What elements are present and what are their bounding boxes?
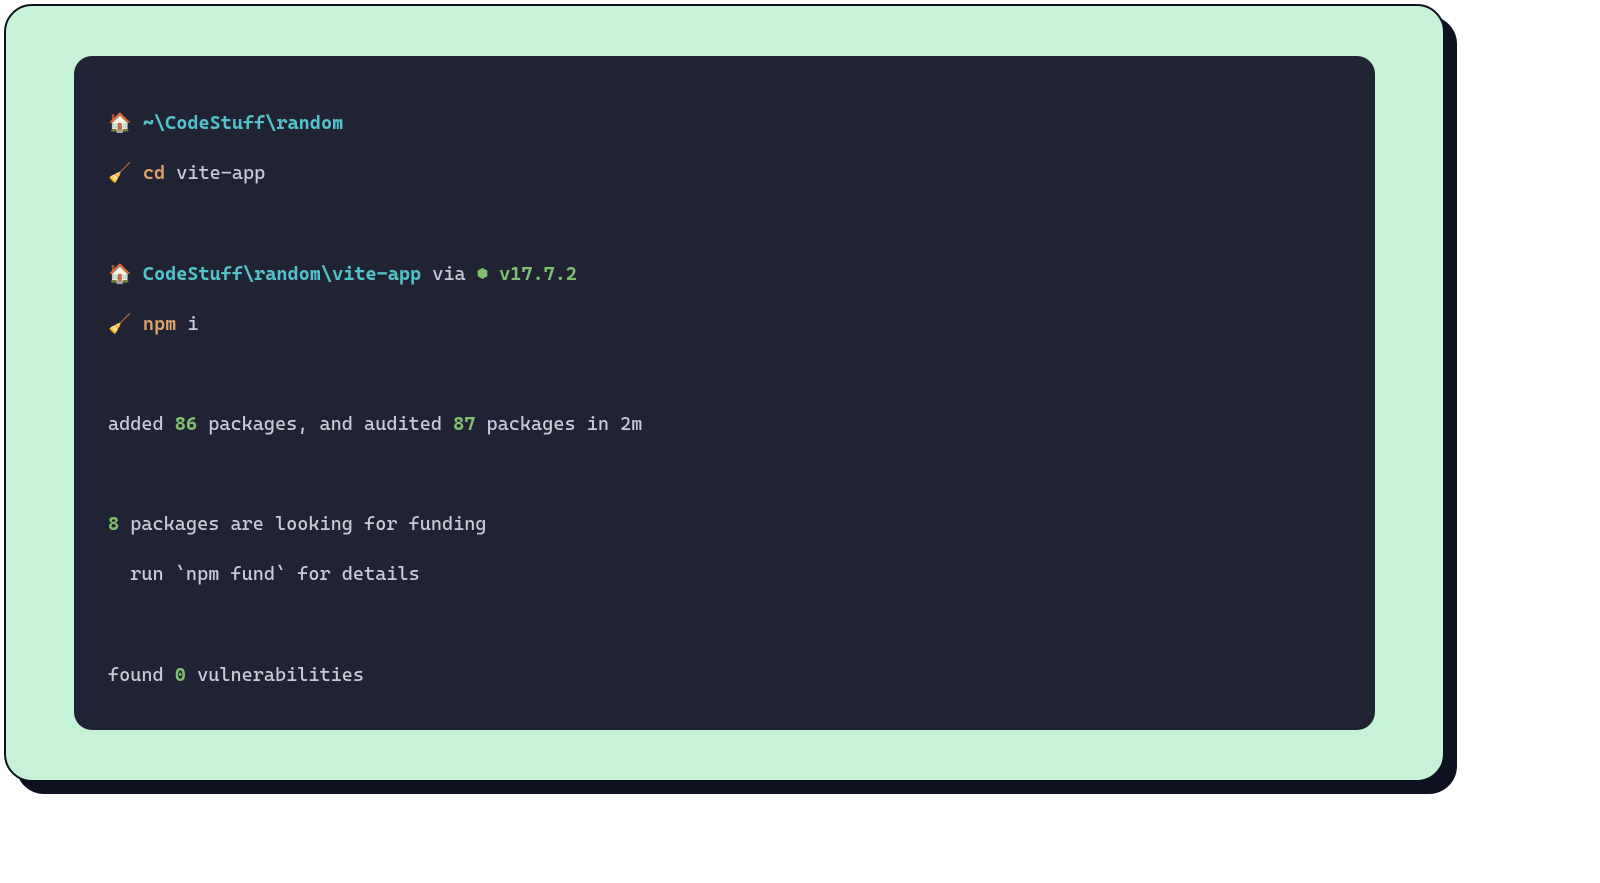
prompt-line-2: 🏠 CodeStuff\random\vite-app via ⬢ v17.7.… (108, 262, 1341, 287)
command-line-2: 🧹 npm i (108, 312, 1341, 337)
cwd-path: ~\CodeStuff\random (143, 112, 343, 134)
terminal-window[interactable]: 🏠 ~\CodeStuff\random 🧹 cd vite-app 🏠 Cod… (74, 56, 1375, 730)
count: 0 (175, 664, 186, 686)
command-arg: i (187, 313, 198, 335)
npm-output-line: run `npm fund` for details (108, 562, 1341, 587)
count: 86 (175, 413, 197, 435)
node-version: v17.7.2 (499, 263, 577, 285)
via-label: via (432, 263, 465, 285)
blank-line (108, 462, 1341, 487)
home-icon: 🏠 (108, 111, 132, 136)
blank-line (108, 613, 1341, 638)
card-surface: 🏠 ~\CodeStuff\random 🧹 cd vite-app 🏠 Cod… (4, 4, 1445, 782)
count: 87 (453, 413, 475, 435)
count: 8 (108, 513, 119, 535)
prompt-line-1: 🏠 ~\CodeStuff\random (108, 111, 1341, 136)
blank-line (108, 362, 1341, 387)
command-line-1: 🧹 cd vite-app (108, 161, 1341, 186)
command-name: npm (143, 313, 176, 335)
wand-icon: 🧹 (108, 312, 132, 337)
blank-line (108, 211, 1341, 236)
home-icon: 🏠 (108, 262, 132, 287)
npm-output-line: 8 packages are looking for funding (108, 512, 1341, 537)
terminal-card-wrap: 🏠 ~\CodeStuff\random 🧹 cd vite-app 🏠 Cod… (4, 4, 1457, 794)
blank-line (108, 713, 1341, 730)
wand-icon: 🧹 (108, 161, 132, 186)
npm-output-line: added 86 packages, and audited 87 packag… (108, 412, 1341, 437)
command-name: cd (143, 162, 165, 184)
npm-output-line: found 0 vulnerabilities (108, 663, 1341, 688)
cwd-path: CodeStuff\random\vite-app (143, 263, 421, 285)
hex-icon: ⬢ (477, 263, 488, 285)
command-arg: vite-app (176, 162, 265, 184)
